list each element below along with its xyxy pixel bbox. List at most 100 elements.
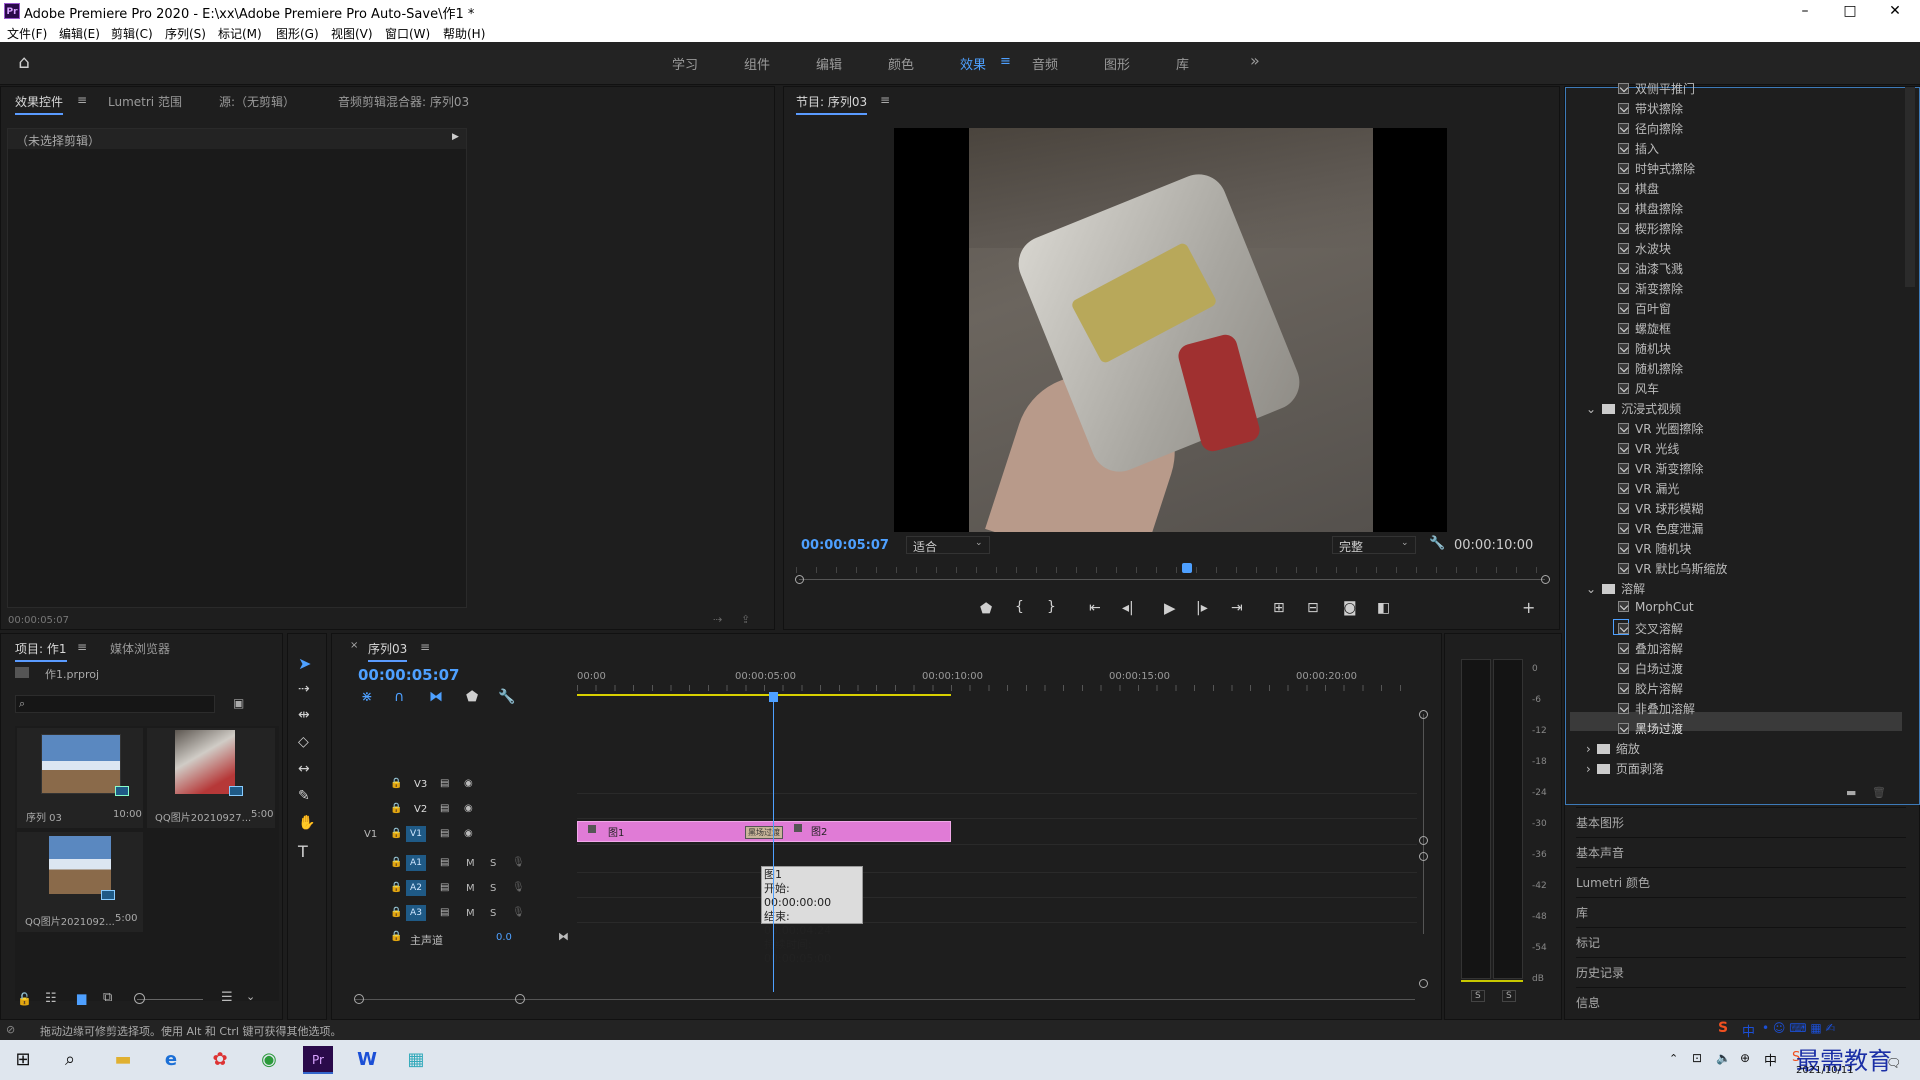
zoom-slider-handle[interactable] — [134, 993, 145, 1004]
playhead-marker[interactable] — [1182, 563, 1193, 573]
effect-item[interactable]: 棋盘 — [1618, 180, 1659, 197]
more-workspaces-icon[interactable]: » — [1250, 51, 1260, 70]
mute-a1-button[interactable]: M — [466, 858, 475, 869]
app-icon[interactable]: ✿ — [205, 1046, 235, 1074]
section-info[interactable]: 信息 — [1576, 987, 1906, 1011]
meter-solo-left[interactable]: S — [1471, 990, 1485, 1002]
program-menu-icon[interactable]: ≡ — [880, 93, 890, 107]
workspace-color[interactable]: 颜色 — [888, 54, 914, 73]
selection-tool-icon[interactable]: ➤ — [298, 654, 311, 673]
tab-lumetri-scopes[interactable]: Lumetri 范围 — [108, 93, 182, 110]
project-item-image-2[interactable]: QQ图片2021092... 5:00 — [17, 832, 143, 932]
pen-tool-icon[interactable]: ✎ — [298, 788, 310, 804]
go-to-in-icon[interactable]: ⇤ — [1089, 600, 1101, 616]
nest-icon[interactable]: ⋇ — [361, 689, 373, 705]
effect-item[interactable]: 水波块 — [1618, 240, 1671, 257]
project-item-image-1[interactable]: QQ图片20210927... 5:00 — [147, 728, 275, 828]
minimize-button[interactable]: – — [1785, 0, 1825, 22]
timeline-playhead-handle[interactable] — [769, 692, 778, 702]
word-icon[interactable]: W — [352, 1046, 382, 1074]
section-essential-sound[interactable]: 基本声音 — [1576, 837, 1906, 861]
effect-item[interactable]: 随机块 — [1618, 340, 1671, 357]
wrench-icon[interactable]: 🔧 — [1429, 536, 1445, 551]
solo-a2-button[interactable]: S — [490, 883, 496, 894]
h-scroll-handle-right[interactable] — [515, 994, 525, 1004]
list-view-icon[interactable]: ☷ — [45, 991, 57, 1006]
section-history[interactable]: 历史记录 — [1576, 957, 1906, 981]
effect-item[interactable]: VR 漏光 — [1618, 480, 1679, 497]
effect-item[interactable]: VR 光圈擦除 — [1618, 420, 1703, 437]
step-forward-icon[interactable]: |▸ — [1196, 600, 1208, 616]
workspace-edit[interactable]: 编辑 — [816, 54, 842, 73]
tab-project[interactable]: 项目: 作1 — [15, 640, 67, 662]
ime-mode-indicator[interactable]: 中 — [1742, 1021, 1755, 1040]
sync-lock-icon[interactable]: ▤ — [440, 857, 449, 868]
fit-dropdown[interactable]: 适合 ⌄ — [906, 536, 990, 554]
microphone-icon[interactable]: 🎙 — [512, 857, 525, 868]
hand-tool-icon[interactable]: ✋ — [298, 815, 315, 831]
eye-icon[interactable]: ◉ — [464, 778, 473, 789]
track-a1-target[interactable]: A1 — [406, 855, 426, 871]
add-marker-icon[interactable]: ⬟ — [466, 689, 478, 705]
effect-item[interactable]: 径向擦除 — [1618, 120, 1683, 137]
effect-item[interactable]: VR 渐变擦除 — [1618, 460, 1703, 477]
tab-effect-controls[interactable]: 效果控件 — [15, 93, 64, 115]
menu-window[interactable]: 窗口(W) — [385, 25, 430, 42]
effect-item[interactable]: 双侧平推门 — [1618, 80, 1695, 97]
workspace-menu-icon[interactable]: ≡ — [1000, 54, 1011, 69]
folder-page-peel[interactable]: › 页面剥落 — [1586, 760, 1664, 777]
menu-edit[interactable]: 编辑(E) — [59, 25, 100, 42]
step-back-icon[interactable]: ◂| — [1122, 600, 1134, 616]
volume-icon[interactable]: 🔈 — [1716, 1051, 1731, 1065]
effect-item[interactable]: 交叉溶解 — [1618, 620, 1683, 637]
lock-icon[interactable]: 🔒 — [390, 882, 402, 893]
effect-item[interactable]: VR 色度泄漏 — [1618, 520, 1703, 537]
track-v1-target[interactable]: V1 — [406, 826, 426, 842]
effect-item[interactable]: MorphCut — [1618, 600, 1694, 614]
effect-item[interactable]: 油漆飞溅 — [1618, 260, 1683, 277]
effect-item[interactable]: 风车 — [1618, 380, 1659, 397]
effect-item[interactable]: 胶片溶解 — [1618, 680, 1683, 697]
mute-a3-button[interactable]: M — [466, 908, 475, 919]
zoom-handle-left[interactable] — [795, 575, 804, 584]
workspace-assembly[interactable]: 组件 — [744, 54, 770, 73]
quality-dropdown[interactable]: 完整 ⌄ — [1332, 536, 1416, 554]
source-patch-v1[interactable]: V1 — [364, 829, 377, 840]
tab-sequence[interactable]: 序列03 — [368, 640, 408, 662]
notification-icon[interactable]: 🗨 — [1886, 1056, 1901, 1070]
track-a3-target[interactable]: A3 — [406, 905, 426, 921]
mute-a2-button[interactable]: M — [466, 883, 475, 894]
ime-toolbar-icons[interactable]: • ☺ ⌨ ▦ ✍ — [1762, 1021, 1836, 1035]
microphone-icon[interactable]: 🎙 — [512, 882, 525, 893]
export-frame-icon[interactable]: ⇢ — [713, 613, 722, 626]
zoom-slider[interactable] — [137, 999, 203, 1000]
lock-icon[interactable]: 🔒 — [390, 907, 402, 918]
file-explorer-icon[interactable]: ▬ — [108, 1046, 138, 1074]
snap-icon[interactable]: ∩ — [394, 689, 404, 705]
effect-item-selected[interactable]: 黑场过渡 — [1618, 720, 1683, 737]
vertical-scroll-track[interactable] — [1423, 714, 1424, 934]
program-scrubber[interactable] — [795, 563, 1550, 585]
project-menu-icon[interactable]: ≡ — [77, 640, 87, 654]
track-a2-target[interactable]: A2 — [406, 880, 426, 896]
track-area[interactable]: 图1 图2 黑场过渡 图1 开始: 00:00:00:00 结束: 00:00:… — [577, 774, 1417, 965]
panel-menu-icon[interactable]: ≡ — [77, 93, 87, 107]
play-icon[interactable]: ▶ — [1164, 599, 1176, 617]
go-to-out-icon[interactable]: ⇥ — [1231, 600, 1243, 616]
master-volume-value[interactable]: 0.0 — [496, 932, 512, 943]
premiere-taskbar-icon[interactable]: Pr — [303, 1046, 333, 1074]
tray-chevron-icon[interactable]: ⌃ — [1669, 1052, 1678, 1065]
effect-item[interactable]: 时钟式擦除 — [1618, 160, 1695, 177]
effect-item[interactable]: 百叶窗 — [1618, 300, 1671, 317]
effect-item[interactable]: 非叠加溶解 — [1618, 700, 1695, 717]
solo-a3-button[interactable]: S — [490, 908, 496, 919]
new-bin-icon[interactable]: ▣ — [233, 696, 244, 710]
section-libraries[interactable]: 库 — [1576, 897, 1906, 921]
effect-item[interactable]: 带状擦除 — [1618, 100, 1683, 117]
play-triangle-icon[interactable]: ▶ — [452, 132, 459, 142]
share-icon[interactable]: ⇪ — [741, 613, 750, 626]
network-icon[interactable]: ⊡ — [1692, 1051, 1702, 1065]
lock-icon[interactable]: 🔒 — [390, 931, 402, 942]
time-ruler[interactable]: 00:00 00:00:05:00 00:00:10:00 00:00:15:0… — [577, 666, 1417, 698]
eye-icon[interactable]: ◉ — [464, 803, 473, 814]
